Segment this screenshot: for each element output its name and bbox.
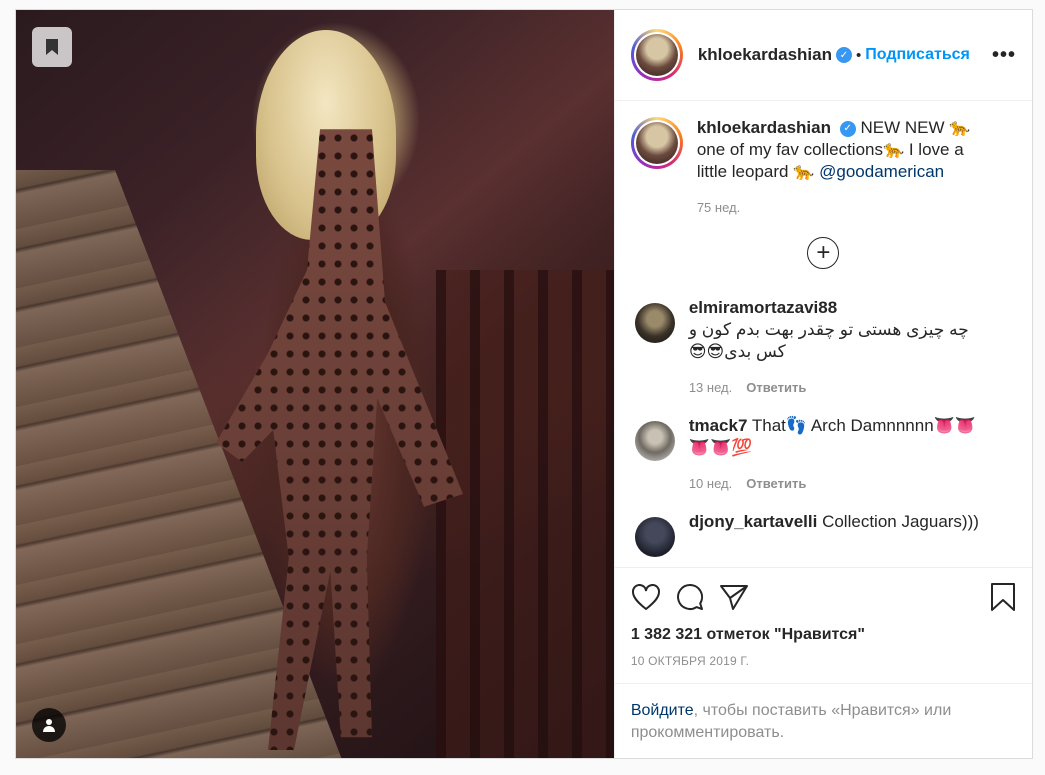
comment-icon[interactable] (675, 582, 705, 612)
post-date: 10 ОКТЯБРЯ 2019 Г. (630, 654, 750, 668)
comment-username[interactable]: elmiramortazavi88 (689, 298, 837, 317)
user-icon (43, 719, 55, 732)
reply-button[interactable]: Ответить (746, 380, 806, 395)
follow-button[interactable]: Подписаться (865, 46, 970, 64)
plus-circle-icon[interactable]: + (807, 237, 840, 269)
caption-avatar[interactable] (630, 117, 683, 169)
author-avatar[interactable] (630, 29, 683, 81)
caption: khloekardashian ✓ NEW NEW 🐆 one of my fa… (630, 117, 1016, 219)
railing-graphic (436, 270, 614, 758)
share-icon[interactable] (719, 583, 749, 611)
comment-avatar[interactable] (634, 517, 675, 557)
comment-avatar[interactable] (634, 421, 675, 461)
comment-item: tmack7 That👣 Arch Damnnnnn👅👅👅👅💯 10 нед. О… (631, 415, 1016, 495)
likes-count[interactable]: 1 382 321 отметок "Нравится" (631, 626, 1016, 644)
comment-username[interactable]: tmack7 (689, 416, 748, 435)
comment-item: elmiramortazavi88 چه چیزی هستی تو چقدر ب… (631, 297, 1016, 399)
action-icons (631, 568, 1016, 626)
actions-panel: 1 382 321 отметок "Нравится" 10 ОКТЯБРЯ … (614, 567, 1032, 758)
post-image[interactable] (16, 10, 614, 758)
reply-button[interactable]: Ответить (746, 476, 806, 491)
collection-save-button[interactable] (32, 27, 72, 67)
bookmark-icon[interactable] (990, 582, 1016, 612)
author-username[interactable]: khloekardashian (698, 45, 832, 65)
caption-mention-link[interactable]: @goodamerican (819, 162, 944, 181)
post-sidebar: khloekardashian ✓ • Подписаться ••• khlo… (613, 10, 1032, 758)
verified-icon: ✓ (836, 47, 852, 63)
post-header: khloekardashian ✓ • Подписаться ••• (614, 10, 1032, 101)
comment-time: 13 нед. (688, 380, 733, 395)
more-options-icon[interactable]: ••• (992, 44, 1016, 67)
comment-text: چه چیزی هستی تو چقدر بهت بدم کون و کس بد… (688, 320, 969, 361)
caption-username[interactable]: khloekardashian (697, 118, 831, 137)
comments-list[interactable]: khloekardashian ✓ NEW NEW 🐆 one of my fa… (615, 101, 1032, 567)
login-prompt: Войдите, чтобы поставить «Нравится» или … (614, 683, 1032, 758)
comment-avatar[interactable] (634, 303, 675, 343)
comment-item: djony_kartavelli Collection Jaguars))) (631, 511, 1016, 557)
tagged-users-button[interactable] (32, 708, 66, 742)
load-more-comments[interactable]: + (631, 237, 1016, 269)
comment-text: Collection Jaguars))) (822, 512, 979, 531)
caption-time: 75 нед. (696, 200, 741, 215)
post-card: khloekardashian ✓ • Подписаться ••• khlo… (15, 9, 1033, 759)
separator-dot: • (856, 46, 862, 64)
bookmark-small-icon (46, 39, 58, 55)
login-link[interactable]: Войдите (631, 702, 694, 719)
verified-icon: ✓ (839, 120, 856, 137)
comment-username[interactable]: djony_kartavelli (689, 512, 818, 531)
comment-time: 10 нед. (688, 476, 733, 491)
heart-icon[interactable] (631, 583, 661, 611)
